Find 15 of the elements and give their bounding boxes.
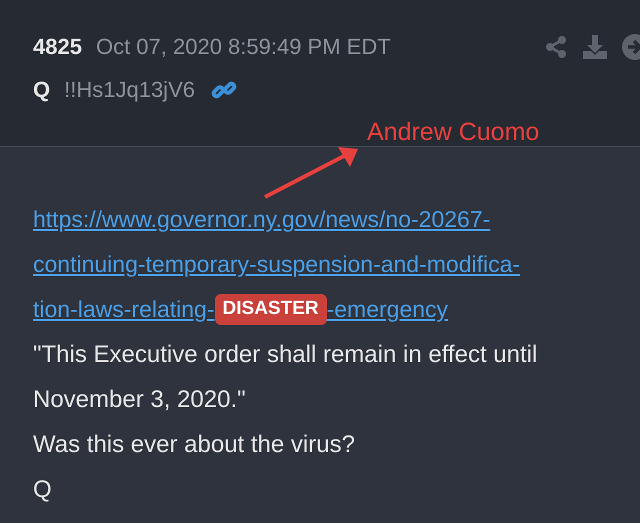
annotation-label: Andrew Cuomo [367,117,540,148]
post-text: Q [33,475,53,505]
post-text: "This Executive order shall remain in effect until November 3, 2020." [33,340,538,415]
url-link[interactable]: https://www.governor.ny.gov/news/no-20267- [33,202,490,237]
tripcode: !!Hs1Jq13jV6 [64,76,195,104]
share-icon[interactable] [544,34,568,58]
url-link[interactable]: -emergency [326,292,448,327]
highlight-badge: DISASTER [214,294,327,325]
url-link[interactable]: tion-laws-relating- [33,292,215,327]
post-date: Oct 07, 2020 8:59:49 PM EDT [96,33,391,61]
author-name: Q [33,76,50,104]
download-icon[interactable] [582,34,608,60]
url-link[interactable]: continuing-temporary-suspension-and-modifica- [33,247,520,282]
post-number: 4825 [33,33,82,61]
post-text: Was this ever about the virus? [33,430,356,460]
